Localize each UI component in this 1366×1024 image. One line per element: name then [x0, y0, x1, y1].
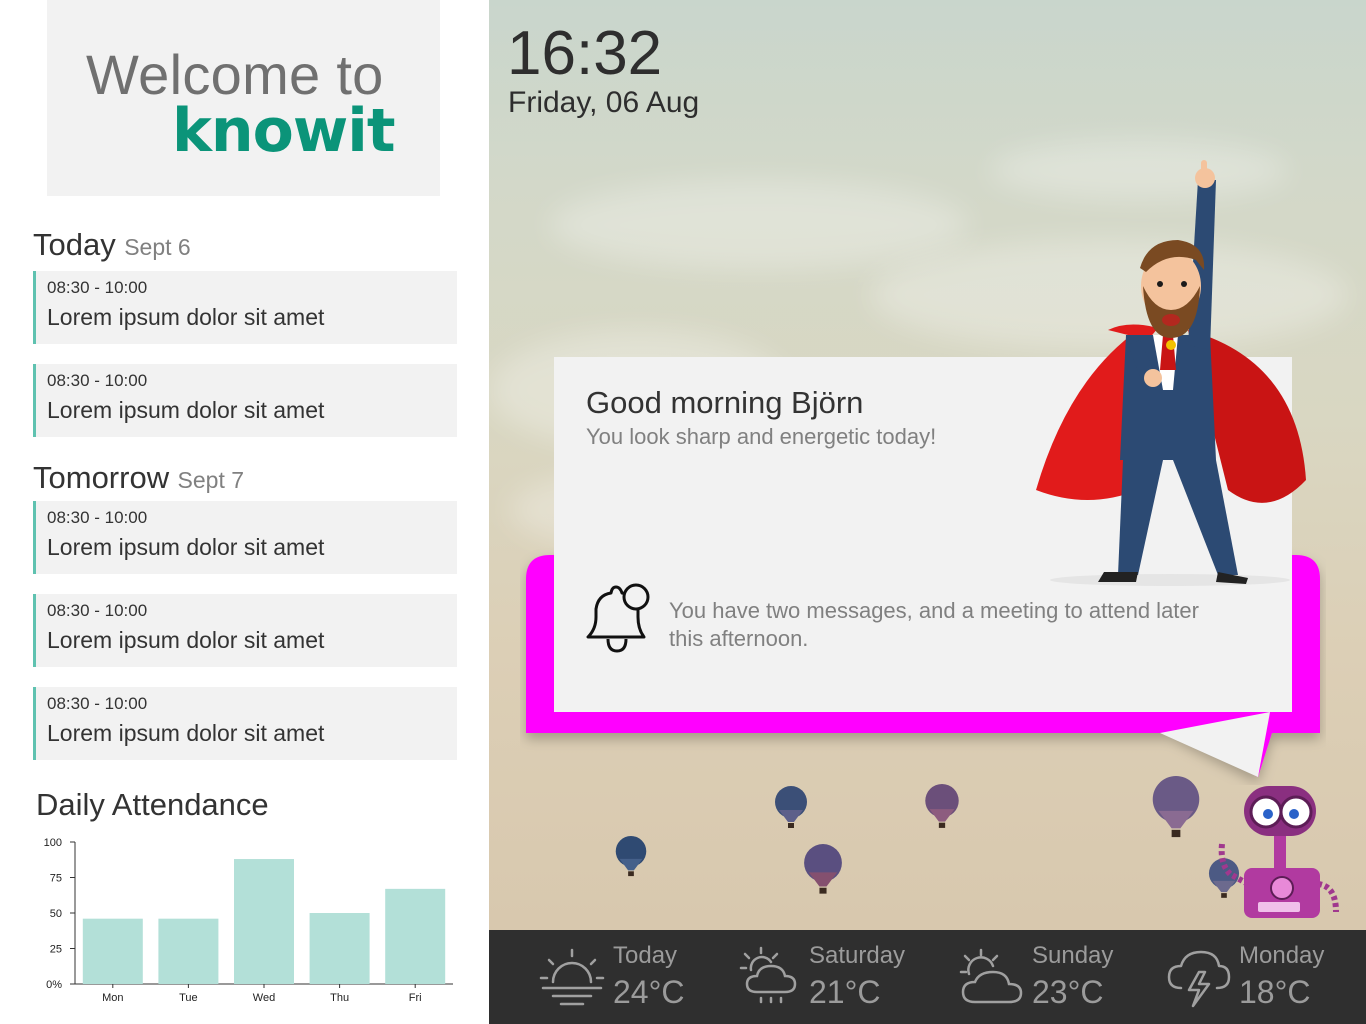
- balloon: [615, 836, 647, 877]
- robot-assistant-icon[interactable]: [1210, 784, 1350, 924]
- event-time: 08:30 - 10:00: [47, 601, 148, 620]
- sunrise-icon: [539, 948, 605, 1006]
- event-item[interactable]: 08:30 - 10:00 Lorem ipsum dolor sit amet: [33, 594, 457, 667]
- today-heading: Today Sept 6: [33, 227, 191, 263]
- y-tick-label: 75: [50, 873, 62, 885]
- attendance-chart: 0% 25 50 75 100 Mon Tue Wed Thu Fri: [44, 837, 453, 1004]
- x-tick-label: Mon: [102, 992, 123, 1004]
- x-tick-label: Fri: [409, 992, 422, 1004]
- event-time: 08:30 - 10:00: [47, 694, 148, 713]
- bar: [158, 918, 219, 984]
- sun-cloud-icon: [959, 948, 1023, 1004]
- brand-logo: knowit: [172, 96, 396, 166]
- weather-temp: 21°C: [809, 974, 881, 1010]
- greeting-subtitle: You look sharp and energetic today!: [586, 424, 937, 449]
- clock-time: 16:32: [507, 19, 663, 88]
- weather-day-label: Today: [613, 942, 678, 969]
- day-label: Today: [33, 227, 116, 262]
- x-tick-label: Thu: [330, 992, 349, 1004]
- weather-day-label: Sunday: [1032, 942, 1114, 969]
- y-tick-label: 25: [50, 944, 62, 956]
- event-title: Lorem ipsum dolor sit amet: [47, 397, 325, 423]
- balloon: [1152, 776, 1200, 838]
- bar: [309, 913, 370, 984]
- day-date: Sept 6: [124, 234, 191, 260]
- weather-bar: Today 24°C Saturday 21°C Sunday 23°C Mon…: [489, 930, 1366, 1024]
- event-item[interactable]: 08:30 - 10:00 Lorem ipsum dolor sit amet: [33, 501, 457, 574]
- weather-temp: 24°C: [613, 974, 685, 1010]
- thunderstorm-icon: [1167, 950, 1231, 1008]
- bar: [82, 918, 143, 984]
- day-date: Sept 7: [177, 467, 245, 493]
- event-item[interactable]: 08:30 - 10:00 Lorem ipsum dolor sit amet: [33, 271, 457, 344]
- y-tick-label: 100: [44, 837, 62, 849]
- weather-day-label: Saturday: [809, 942, 906, 969]
- x-tick-label: Wed: [253, 992, 275, 1004]
- chart-title: Daily Attendance: [36, 787, 269, 822]
- event-title: Lorem ipsum dolor sit amet: [47, 720, 325, 746]
- event-time: 08:30 - 10:00: [47, 278, 148, 297]
- sidebar: Welcome to knowit Today Sept 6 08:30 - 1…: [0, 0, 489, 1024]
- weather-day-label: Monday: [1239, 942, 1325, 969]
- tomorrow-heading: Tomorrow Sept 7: [33, 460, 244, 496]
- y-tick-label: 0%: [46, 979, 62, 991]
- sun-cloud-rain-icon: [739, 946, 797, 1004]
- weather-temp: 18°C: [1239, 974, 1311, 1010]
- balloon: [925, 784, 959, 828]
- event-title: Lorem ipsum dolor sit amet: [47, 534, 325, 560]
- balloon: [775, 786, 807, 828]
- bell-notification-icon[interactable]: [584, 581, 654, 655]
- event-item[interactable]: 08:30 - 10:00 Lorem ipsum dolor sit amet: [33, 687, 457, 760]
- x-tick-label: Tue: [179, 992, 198, 1004]
- superhero-illustration: [1036, 160, 1306, 586]
- event-time: 08:30 - 10:00: [47, 371, 148, 390]
- event-title: Lorem ipsum dolor sit amet: [47, 627, 325, 653]
- clock-date: Friday, 06 Aug: [508, 86, 700, 119]
- event-title: Lorem ipsum dolor sit amet: [47, 304, 325, 330]
- day-label: Tomorrow: [33, 460, 170, 495]
- cloud: [549, 180, 969, 270]
- balloon: [804, 844, 842, 894]
- weather-temp: 23°C: [1032, 974, 1104, 1010]
- event-item[interactable]: 08:30 - 10:00 Lorem ipsum dolor sit amet: [33, 364, 457, 437]
- bar: [234, 859, 294, 984]
- event-time: 08:30 - 10:00: [47, 508, 148, 527]
- greeting-title: Good morning Björn: [586, 385, 864, 420]
- bar: [385, 888, 446, 984]
- y-tick-label: 50: [50, 908, 62, 920]
- greeting-message: You have two messages, and a meeting to …: [669, 598, 1199, 651]
